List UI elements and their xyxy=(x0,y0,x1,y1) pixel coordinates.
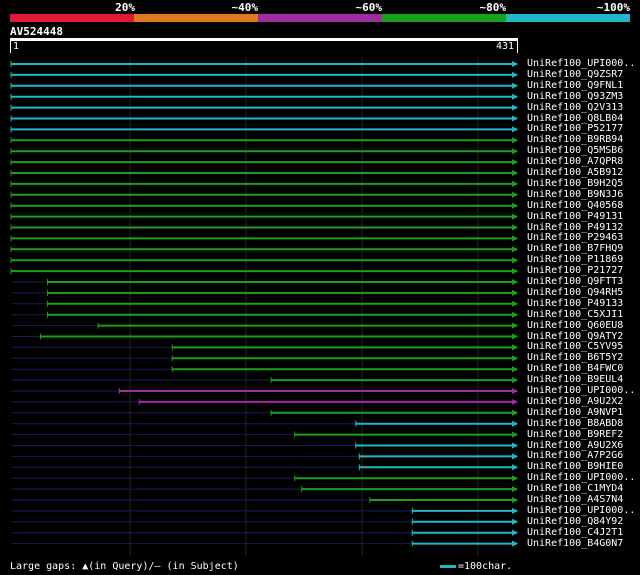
alignment-arrow xyxy=(512,518,518,525)
alignment-arrow xyxy=(512,279,518,285)
alignment-arrow xyxy=(512,442,518,449)
hit-label[interactable]: UniRef100_C1MYD4 xyxy=(527,483,623,494)
alignment-arrow xyxy=(512,235,518,242)
alignment-arrow xyxy=(512,71,518,78)
hit-label[interactable]: UniRef100_A5B912 xyxy=(527,167,623,178)
hit-label[interactable]: UniRef100_Q8LB04 xyxy=(527,113,623,124)
alignment-arrow xyxy=(512,115,518,122)
alignment-arrow xyxy=(512,540,518,547)
hit-label[interactable]: UniRef100_B6T5Y2 xyxy=(527,352,623,363)
alignment-arrow xyxy=(512,159,518,166)
hit-label[interactable]: UniRef100_Q93ZM3 xyxy=(527,91,623,102)
scale-legend: =100char. xyxy=(440,561,512,572)
alignment-arrow xyxy=(512,224,518,231)
hit-label[interactable]: UniRef100_P52177 xyxy=(527,123,623,134)
alignment-arrow xyxy=(512,126,518,133)
alignment-arrow xyxy=(512,61,518,67)
alignment-arrow xyxy=(512,333,518,340)
alignment-arrow xyxy=(512,257,518,264)
alignment-arrow xyxy=(512,268,518,275)
hit-label[interactable]: UniRef100_UPI000.. xyxy=(527,385,635,396)
hit-label[interactable]: UniRef100_A9NVP1 xyxy=(527,407,623,418)
alignment-arrow xyxy=(512,322,518,329)
alignment-arrow xyxy=(512,497,518,503)
alignment-arrow xyxy=(512,409,518,416)
hit-label[interactable]: UniRef100_Q9ZSR7 xyxy=(527,69,623,80)
hit-label[interactable]: UniRef100_A9U2X2 xyxy=(527,396,623,407)
hit-label[interactable]: UniRef100_B4G0N7 xyxy=(527,538,623,549)
alignment-arrow xyxy=(512,191,518,198)
hit-label[interactable]: UniRef100_B9EUL4 xyxy=(527,374,623,385)
hit-label[interactable]: UniRef100_Q5MSB6 xyxy=(527,145,623,156)
alignment-arrow xyxy=(512,377,518,384)
hit-label[interactable]: UniRef100_A9U2X6 xyxy=(527,440,623,451)
hit-label[interactable]: UniRef100_A7QPR8 xyxy=(527,156,623,167)
scale-swatch xyxy=(440,564,456,568)
hit-label[interactable]: UniRef100_Q84Y92 xyxy=(527,516,623,527)
alignment-arrow xyxy=(512,475,518,482)
alignment-arrow xyxy=(512,246,518,253)
hit-label[interactable]: UniRef100_B9N3J6 xyxy=(527,189,623,200)
hit-label[interactable]: UniRef100_B4FWC0 xyxy=(527,363,623,374)
alignment-arrow xyxy=(512,148,518,155)
hit-label[interactable]: UniRef100_UPI000.. xyxy=(527,58,635,69)
hit-label[interactable]: UniRef100_Q60EU8 xyxy=(527,320,623,331)
gaps-legend: Large gaps: ▲(in Query)/– (in Subject) xyxy=(10,561,239,572)
hit-label[interactable]: UniRef100_UPI000.. xyxy=(527,472,635,483)
hit-label[interactable]: UniRef100_Q2V313 xyxy=(527,102,623,113)
alignment-arrow xyxy=(512,507,518,514)
hit-label[interactable]: UniRef100_C5XJI1 xyxy=(527,309,623,320)
hit-label[interactable]: UniRef100_Q9ATY2 xyxy=(527,331,623,342)
alignment-arrow xyxy=(512,82,518,89)
alignment-arrow xyxy=(512,366,518,373)
hit-label[interactable]: UniRef100_B9H2Q5 xyxy=(527,178,623,189)
alignment-arrow xyxy=(512,311,518,318)
hit-label[interactable]: UniRef100_Q94RH5 xyxy=(527,287,623,298)
hit-label[interactable]: UniRef100_C5YV95 xyxy=(527,341,623,352)
hit-label[interactable]: UniRef100_P29463 xyxy=(527,232,623,243)
alignment-arrow xyxy=(512,93,518,100)
hit-label[interactable]: UniRef100_Q9FNL1 xyxy=(527,80,623,91)
alignment-arrow xyxy=(512,464,518,471)
hit-label[interactable]: UniRef100_B8ABD8 xyxy=(527,418,623,429)
alignment-arrow xyxy=(512,486,518,493)
alignment-arrow xyxy=(512,453,518,460)
alignment-arrow xyxy=(512,289,518,296)
hit-label[interactable]: UniRef100_Q40568 xyxy=(527,200,623,211)
alignment-arrow xyxy=(512,180,518,187)
alignment-arrow xyxy=(512,420,518,427)
alignment-arrow xyxy=(512,137,518,144)
alignment-arrow xyxy=(512,300,518,307)
alignment-arrow xyxy=(512,170,518,176)
hit-label[interactable]: UniRef100_P21727 xyxy=(527,265,623,276)
hit-label[interactable]: UniRef100_P49132 xyxy=(527,222,623,233)
hit-label[interactable]: UniRef100_C4J2T1 xyxy=(527,527,623,538)
alignment-arrow xyxy=(512,529,518,536)
alignment-arrow xyxy=(512,104,518,111)
hit-label[interactable]: UniRef100_A4S7N4 xyxy=(527,494,623,505)
alignment-arrow xyxy=(512,355,518,362)
alignment-arrow xyxy=(512,213,518,220)
hit-label[interactable]: UniRef100_UPI000.. xyxy=(527,505,635,516)
hit-label[interactable]: UniRef100_B7FHQ9 xyxy=(527,243,623,254)
hit-label[interactable]: UniRef100_A7P2G6 xyxy=(527,450,623,461)
scale-text: =100char. xyxy=(458,561,513,572)
alignment-arrow xyxy=(512,431,518,438)
alignment-arrow xyxy=(512,344,518,351)
hit-label[interactable]: UniRef100_B9HIE0 xyxy=(527,461,623,472)
hit-label[interactable]: UniRef100_B9REF2 xyxy=(527,429,623,440)
alignment-arrow xyxy=(512,388,518,394)
hit-label[interactable]: UniRef100_P49133 xyxy=(527,298,623,309)
alignment-arrow xyxy=(512,202,518,209)
hit-label[interactable]: UniRef100_P49131 xyxy=(527,211,623,222)
hit-label[interactable]: UniRef100_P11869 xyxy=(527,254,623,265)
hit-label[interactable]: UniRef100_B9RB94 xyxy=(527,134,623,145)
hit-label[interactable]: UniRef100_Q9FTT3 xyxy=(527,276,623,287)
alignment-arrow xyxy=(512,398,518,405)
